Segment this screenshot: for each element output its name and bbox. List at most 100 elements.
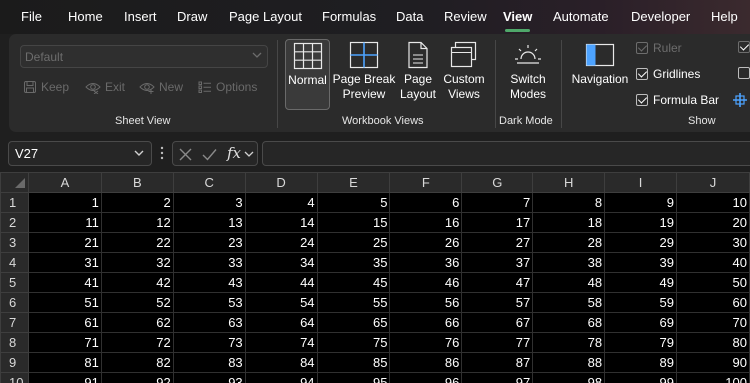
grid-cell[interactable]: 60: [676, 292, 750, 313]
column-header[interactable]: F: [389, 172, 463, 193]
grid-cell[interactable]: 13: [172, 212, 246, 233]
grid-cell[interactable]: 15: [316, 212, 391, 233]
custom-views-button[interactable]: Custom Views: [439, 39, 489, 110]
grid-cell[interactable]: 3: [172, 192, 246, 213]
chevron-down-icon[interactable]: [132, 146, 146, 160]
normal-view-button[interactable]: Normal: [285, 39, 330, 110]
exit-button[interactable]: Exit: [85, 80, 125, 95]
column-header[interactable]: C: [172, 172, 246, 193]
grid-cell[interactable]: 29: [604, 232, 677, 253]
grid-cell[interactable]: 41: [27, 272, 102, 293]
grid-cell[interactable]: 10: [676, 192, 750, 213]
name-box[interactable]: V27: [8, 141, 152, 166]
grid-cell[interactable]: 70: [676, 312, 750, 333]
grid-cell[interactable]: 76: [389, 332, 463, 353]
tab-developer[interactable]: Developer: [631, 9, 690, 24]
grid-cell[interactable]: 96: [389, 372, 463, 383]
tab-view[interactable]: View: [503, 9, 532, 32]
grid-cell[interactable]: 56: [389, 292, 463, 313]
row-header[interactable]: 4: [0, 252, 29, 273]
grid-cell[interactable]: 6: [389, 192, 463, 213]
grid-cell[interactable]: 61: [27, 312, 102, 333]
grid-cell[interactable]: 48: [532, 272, 606, 293]
grid-cell[interactable]: 40: [676, 252, 750, 273]
column-header[interactable]: D: [244, 172, 318, 193]
grid-cell[interactable]: 17: [461, 212, 534, 233]
row-header[interactable]: 9: [0, 352, 29, 373]
tab-page-layout[interactable]: Page Layout: [229, 9, 302, 24]
row-header[interactable]: 10: [0, 372, 29, 383]
grid-cell[interactable]: 63: [172, 312, 246, 333]
chevron-down-icon[interactable]: [243, 148, 255, 160]
headings-checkbox-partial[interactable]: [738, 41, 750, 53]
grid-cell[interactable]: 16: [389, 212, 463, 233]
grid-cell[interactable]: 45: [316, 272, 391, 293]
zoom-checkbox-partial[interactable]: [738, 67, 750, 79]
grid-cell[interactable]: 20: [676, 212, 750, 233]
grid-cell[interactable]: 74: [244, 332, 318, 353]
grid-cell[interactable]: 14: [244, 212, 318, 233]
grid-cell[interactable]: 12: [100, 212, 174, 233]
grid-cell[interactable]: 27: [461, 232, 534, 253]
grid-cell[interactable]: 1: [27, 192, 102, 213]
formula-bar-checkbox[interactable]: Formula Bar: [636, 93, 719, 107]
select-all-corner[interactable]: [0, 172, 29, 193]
sheet-view-select[interactable]: Default: [20, 45, 268, 68]
row-header[interactable]: 8: [0, 332, 29, 353]
grid-cell[interactable]: 86: [389, 352, 463, 373]
grid-cell[interactable]: 58: [532, 292, 606, 313]
grid-cell[interactable]: 62: [100, 312, 174, 333]
grid-cell[interactable]: 67: [461, 312, 534, 333]
cancel-icon[interactable]: [179, 148, 192, 161]
grid-cell[interactable]: 73: [172, 332, 246, 353]
grid-cell[interactable]: 33: [172, 252, 246, 273]
grid-cell[interactable]: 24: [244, 232, 318, 253]
grid-cell[interactable]: 25: [316, 232, 391, 253]
grid-cell[interactable]: 34: [244, 252, 318, 273]
freeze-panes-icon-partial[interactable]: [732, 92, 750, 108]
grid-cell[interactable]: 84: [244, 352, 318, 373]
grid-cell[interactable]: 5: [316, 192, 391, 213]
grid-cell[interactable]: 32: [100, 252, 174, 273]
grid-cell[interactable]: 18: [532, 212, 606, 233]
tab-insert[interactable]: Insert: [124, 9, 157, 24]
grid-cell[interactable]: 2: [100, 192, 174, 213]
grid-cell[interactable]: 44: [244, 272, 318, 293]
grid-cell[interactable]: 53: [172, 292, 246, 313]
grid-cell[interactable]: 30: [676, 232, 750, 253]
insert-function-icon[interactable]: fx: [227, 144, 241, 162]
column-header[interactable]: B: [100, 172, 174, 193]
switch-modes-button[interactable]: Switch Modes: [501, 39, 555, 110]
grid-cell[interactable]: 78: [532, 332, 606, 353]
grid-cell[interactable]: 38: [532, 252, 606, 273]
grid-cell[interactable]: 57: [461, 292, 534, 313]
grid-cell[interactable]: 93: [172, 372, 246, 383]
tab-automate[interactable]: Automate: [553, 9, 609, 24]
grid-cell[interactable]: 98: [532, 372, 606, 383]
page-break-preview-button[interactable]: Page Break Preview: [331, 39, 397, 110]
tab-help[interactable]: Help: [711, 9, 738, 24]
gridlines-checkbox[interactable]: Gridlines: [636, 67, 700, 81]
page-layout-view-button[interactable]: Page Layout: [397, 39, 439, 110]
grid-cell[interactable]: 83: [172, 352, 246, 373]
grid-cell[interactable]: 80: [676, 332, 750, 353]
grid-cell[interactable]: 52: [100, 292, 174, 313]
row-header[interactable]: 3: [0, 232, 29, 253]
grid-cell[interactable]: 31: [27, 252, 102, 273]
grid-cell[interactable]: 35: [316, 252, 391, 273]
row-header[interactable]: 1: [0, 192, 29, 213]
grid-cell[interactable]: 21: [27, 232, 102, 253]
column-header[interactable]: E: [316, 172, 391, 193]
grid-cell[interactable]: 42: [100, 272, 174, 293]
grid-cell[interactable]: 90: [676, 352, 750, 373]
tab-home[interactable]: Home: [68, 9, 103, 24]
grid-cell[interactable]: 9: [604, 192, 677, 213]
row-header[interactable]: 2: [0, 212, 29, 233]
grid-cell[interactable]: 92: [100, 372, 174, 383]
row-header[interactable]: 5: [0, 272, 29, 293]
column-header[interactable]: A: [27, 172, 102, 193]
grid-cell[interactable]: 72: [100, 332, 174, 353]
grid-cell[interactable]: 43: [172, 272, 246, 293]
tab-review[interactable]: Review: [444, 9, 487, 24]
grid-cell[interactable]: 71: [27, 332, 102, 353]
